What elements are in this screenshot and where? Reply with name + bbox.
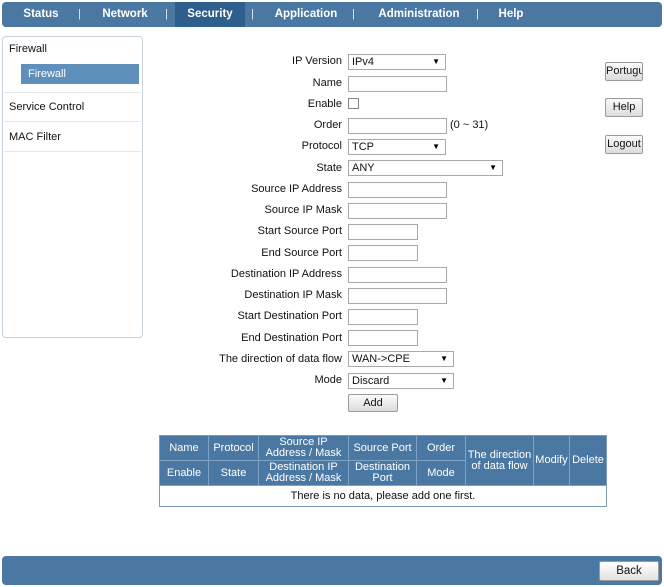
dest-ip-input[interactable] [348, 267, 447, 283]
tab-network[interactable]: Network [92, 2, 158, 27]
start-source-port-label: Start Source Port [257, 225, 342, 237]
caret-down-icon: ▼ [440, 376, 448, 385]
dest-mask-input[interactable] [348, 288, 447, 304]
top-nav: Status | Network | Security | Applicatio… [2, 2, 662, 27]
mode-select[interactable]: Discard ▼ [348, 373, 454, 389]
language-button[interactable]: Portugu [605, 62, 643, 81]
start-dest-port-label: Start Destination Port [237, 310, 342, 322]
order-label: Order [313, 119, 342, 131]
enable-checkbox[interactable] [348, 98, 359, 109]
table-empty-message: There is no data, please add one first. [160, 486, 606, 506]
protocol-label: Protocol [301, 140, 342, 152]
th-order: Order [417, 436, 466, 461]
state-select[interactable]: ANY ▼ [348, 160, 503, 176]
tab-administration[interactable]: Administration [368, 2, 470, 27]
sidebar-divider [4, 121, 141, 122]
th-state: State [209, 461, 259, 486]
tab-security[interactable]: Security [175, 2, 245, 27]
rules-table: Name Protocol Source IP Address / Mask S… [159, 435, 607, 507]
ip-version-value: IPv4 [352, 56, 375, 68]
nav-separator: | [165, 8, 168, 20]
name-input[interactable] [348, 76, 447, 92]
th-modify: Modify [534, 436, 570, 486]
logout-button[interactable]: Logout [605, 135, 643, 154]
sidebar-item-mac-filter[interactable]: MAC Filter [9, 131, 61, 143]
th-name: Name [160, 436, 209, 461]
mode-value: Discard [352, 375, 390, 387]
order-range-hint: (0 ~ 31) [450, 119, 489, 131]
start-source-port-input[interactable] [348, 224, 418, 240]
nav-separator: | [78, 8, 81, 20]
enable-label: Enable [307, 98, 342, 110]
tab-help[interactable]: Help [490, 2, 532, 27]
caret-down-icon: ▼ [432, 57, 440, 66]
ip-version-label: IP Version [292, 55, 342, 67]
tab-application[interactable]: Application [266, 2, 346, 27]
add-button[interactable]: Add [348, 394, 398, 412]
end-dest-port-label: End Destination Port [241, 332, 342, 344]
sidebar: Firewall Firewall Service Control MAC Fi… [2, 36, 143, 338]
back-button[interactable]: Back [599, 561, 659, 581]
th-enable: Enable [160, 461, 209, 486]
name-label: Name [312, 77, 342, 89]
th-dest-ip-mask: Destination IP Address / Mask [259, 461, 349, 486]
direction-value: WAN->CPE [352, 353, 410, 365]
caret-down-icon: ▼ [432, 142, 440, 151]
dest-ip-label: Destination IP Address [230, 268, 342, 280]
source-ip-input[interactable] [348, 182, 447, 198]
caret-down-icon: ▼ [489, 163, 497, 172]
th-source-port: Source Port [349, 436, 417, 461]
sidebar-divider [4, 151, 141, 152]
sidebar-item-firewall[interactable]: Firewall [9, 43, 47, 55]
mode-label: Mode [314, 374, 342, 386]
sidebar-divider [4, 92, 141, 93]
th-delete: Delete [570, 436, 606, 486]
sidebar-item-service-control[interactable]: Service Control [9, 101, 84, 113]
dest-mask-label: Destination IP Mask [244, 289, 342, 301]
th-mode: Mode [417, 461, 466, 486]
source-mask-input[interactable] [348, 203, 447, 219]
protocol-value: TCP [352, 141, 374, 153]
source-ip-label: Source IP Address [251, 183, 342, 195]
sidebar-subitem-firewall[interactable]: Firewall [21, 64, 139, 84]
end-source-port-input[interactable] [348, 245, 418, 261]
nav-separator: | [352, 8, 355, 20]
bottom-bar [2, 556, 662, 585]
source-mask-label: Source IP Mask [264, 204, 342, 216]
end-dest-port-input[interactable] [348, 330, 418, 346]
state-label: State [316, 162, 342, 174]
tab-status[interactable]: Status [10, 2, 72, 27]
help-button[interactable]: Help [605, 98, 643, 117]
protocol-select[interactable]: TCP ▼ [348, 139, 446, 155]
state-value: ANY [352, 162, 375, 174]
end-source-port-label: End Source Port [261, 247, 342, 259]
nav-separator: | [476, 8, 479, 20]
direction-label: The direction of data flow [219, 353, 342, 365]
th-source-ip-mask: Source IP Address / Mask [259, 436, 349, 461]
direction-select[interactable]: WAN->CPE ▼ [348, 351, 454, 367]
th-direction: The direction of data flow [466, 436, 534, 486]
th-dest-port: Destination Port [349, 461, 417, 486]
th-protocol: Protocol [209, 436, 259, 461]
nav-separator: | [251, 8, 254, 20]
order-input[interactable] [348, 118, 447, 134]
ip-version-select[interactable]: IPv4 ▼ [348, 54, 446, 70]
start-dest-port-input[interactable] [348, 309, 418, 325]
caret-down-icon: ▼ [440, 354, 448, 363]
